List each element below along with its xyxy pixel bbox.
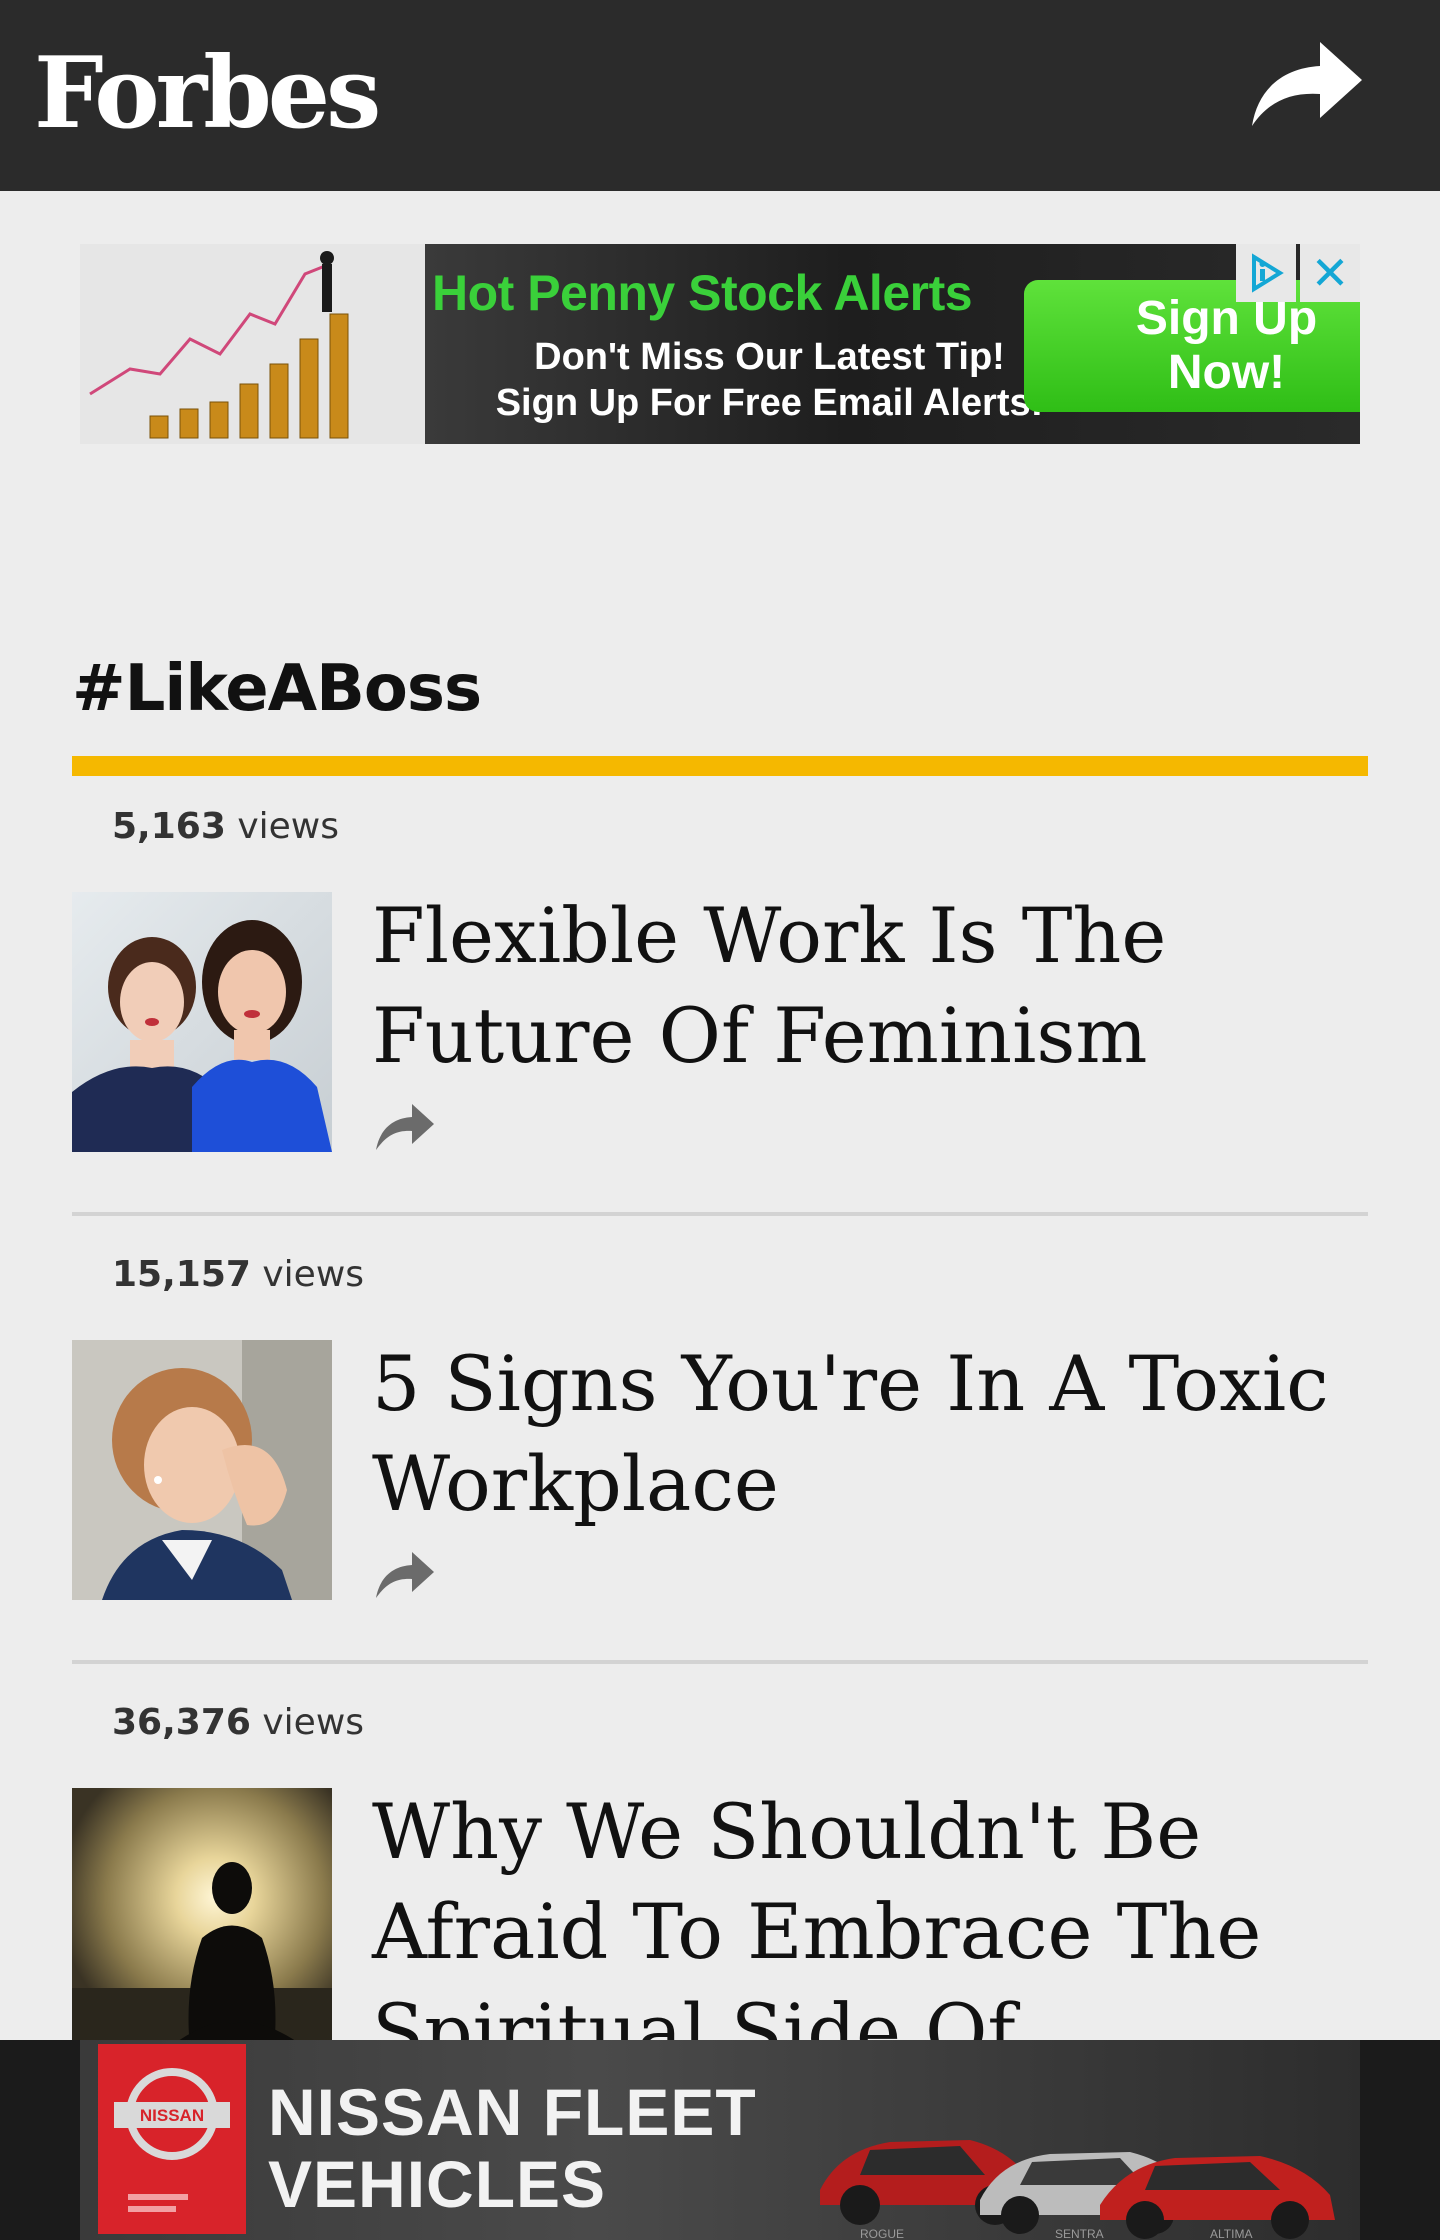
stock-chart-graphic [80,244,425,444]
article-item[interactable]: 5,163 views Flexible Work Is The Future … [72,806,1368,1216]
nissan-logo-icon: NISSAN [114,2068,230,2212]
ad-subline-2: Sign Up For Free Email Alerts! [495,382,1044,424]
stressed-woman-photo[interactable] [72,1340,332,1600]
article-divider [72,1212,1368,1216]
nissan-ad-title: NISSAN FLEET VEHICLES [268,2076,757,2220]
ad-title-line-2: VEHICLES [268,2147,607,2221]
header-bar: Forbes [0,0,1440,191]
page: Forbes Hot Penny Stock Alerts Don't Miss… [0,0,1440,2240]
model-label: SENTRA [1055,2227,1104,2240]
close-icon[interactable]: ✕ [1300,244,1360,302]
section-title[interactable]: #LikeABoss [72,652,482,726]
article-item[interactable]: 36,376 views Why We Shouldn't Be Afraid … [72,1702,1368,2076]
two-women-photo[interactable] [72,892,332,1152]
bottom-ad-container: NISSAN NISSAN FLEET VEHICLES ROGUE SENTR… [0,2040,1440,2240]
share-arrow-icon[interactable] [374,1550,436,1600]
nissan-logo-panel: NISSAN [98,2044,246,2234]
article-item[interactable]: 15,157 views 5 Signs You're In A Toxic W… [72,1254,1368,1664]
article-headline[interactable]: Flexible Work Is The Future Of Feminism [372,886,1362,1086]
adchoices-icon[interactable] [1236,244,1296,302]
share-arrow-icon[interactable] [1248,36,1364,132]
nissan-badge-text: NISSAN [140,2106,204,2125]
ad-title-line-1: NISSAN FLEET [268,2075,757,2149]
view-count: 5,163 views [112,806,339,847]
nissan-cars-graphic: ROGUE SENTRA ALTIMA [820,2140,1335,2240]
article-headline[interactable]: 5 Signs You're In A Toxic Workplace [372,1334,1362,1534]
ad-subline-1: Don't Miss Our Latest Tip! [534,336,1005,378]
model-label: ALTIMA [1210,2227,1252,2240]
section-accent-rule [72,756,1368,776]
forbes-logo[interactable]: Forbes [34,34,381,154]
nissan-fleet-ad-banner[interactable]: NISSAN NISSAN FLEET VEHICLES ROGUE SENTR… [80,2040,1360,2240]
model-label: ROGUE [860,2227,904,2240]
view-count: 36,376 views [112,1702,365,1743]
view-count: 15,157 views [112,1254,365,1295]
share-arrow-icon[interactable] [374,1102,436,1152]
article-divider [72,1660,1368,1664]
article-headline[interactable]: Why We Shouldn't Be Afraid To Embrace Th… [372,1782,1362,2082]
penny-stock-ad-banner[interactable]: Hot Penny Stock Alerts Don't Miss Our La… [80,244,1360,444]
cta-line-2: Now! [1167,346,1286,399]
meditation-silhouette-photo[interactable] [72,1788,332,2048]
ad-headline: Hot Penny Stock Alerts [432,265,973,321]
